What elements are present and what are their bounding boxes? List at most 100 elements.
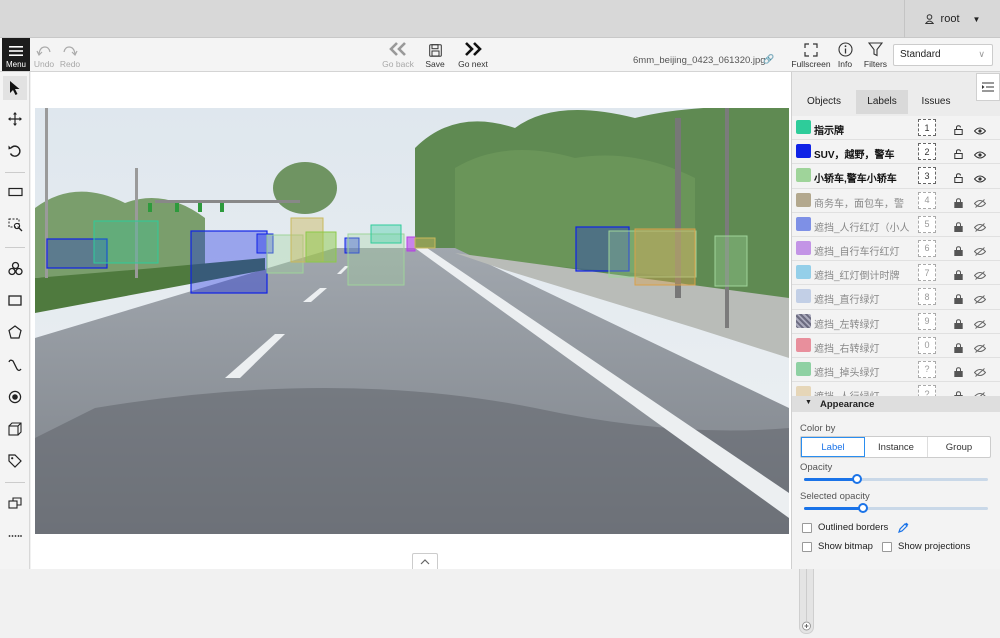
label-row[interactable]: 商务车，面包车，警4 xyxy=(792,189,1000,213)
label-row[interactable]: 遮挡_右转绿灯0 xyxy=(792,334,1000,358)
lock-icon[interactable] xyxy=(954,291,963,309)
label-color-swatch[interactable] xyxy=(796,217,811,231)
label-row[interactable]: 指示牌1 xyxy=(792,116,1000,140)
outlined-borders-checkbox[interactable] xyxy=(802,523,812,533)
more-tools[interactable] xyxy=(3,524,27,548)
label-row[interactable]: 遮挡_左转绿灯9 xyxy=(792,310,1000,334)
show-bitmap-option[interactable]: Show bitmap xyxy=(802,541,873,552)
eye-off-icon[interactable] xyxy=(974,195,986,213)
lock-icon[interactable] xyxy=(954,243,963,261)
label-row[interactable]: 遮挡_掉头绿灯? xyxy=(792,358,1000,382)
lock-icon[interactable] xyxy=(954,340,963,358)
link-icon[interactable]: 🔗 xyxy=(763,54,774,65)
color-by-label: Color by xyxy=(800,423,835,434)
label-color-swatch[interactable] xyxy=(796,289,811,303)
color-picker-icon[interactable] xyxy=(898,522,909,533)
label-row[interactable]: SUV，越野，警车2 xyxy=(792,140,1000,164)
fullscreen-button[interactable]: Fullscreen xyxy=(790,38,832,72)
go-next-button[interactable]: Go next xyxy=(455,38,491,72)
outlined-borders-option[interactable]: Outlined borders xyxy=(802,522,909,533)
show-projections-checkbox[interactable] xyxy=(882,542,892,552)
eye-off-icon[interactable] xyxy=(974,364,986,382)
lock-icon[interactable] xyxy=(954,267,963,285)
eye-off-icon[interactable] xyxy=(974,219,986,237)
selected-opacity-slider[interactable] xyxy=(804,507,988,510)
lock-icon[interactable] xyxy=(954,195,963,213)
lock-icon[interactable] xyxy=(954,388,963,396)
filters-button[interactable]: Filters xyxy=(862,38,889,72)
eye-off-icon[interactable] xyxy=(974,291,986,309)
eye-off-icon[interactable] xyxy=(974,243,986,261)
ai-tools[interactable] xyxy=(3,256,27,280)
eye-off-icon[interactable] xyxy=(974,316,986,334)
unlock-icon[interactable] xyxy=(954,122,963,140)
label-color-swatch[interactable] xyxy=(796,265,811,279)
eye-off-icon[interactable] xyxy=(974,388,986,396)
move-tool[interactable] xyxy=(3,107,27,131)
color-by-instance-option[interactable]: Instance xyxy=(865,437,928,457)
fit-image-tool[interactable] xyxy=(3,180,27,204)
unlock-icon[interactable] xyxy=(954,170,963,188)
tab-issues[interactable]: Issues xyxy=(908,90,964,114)
draw-rectangle-tool[interactable] xyxy=(3,288,27,312)
eye-off-icon[interactable] xyxy=(974,267,986,285)
info-button[interactable]: Info xyxy=(834,38,856,72)
user-menu[interactable]: root ▼ xyxy=(904,0,1000,38)
color-by-label-option[interactable]: Label xyxy=(801,437,865,457)
label-color-swatch[interactable] xyxy=(796,241,811,255)
eye-icon[interactable] xyxy=(974,170,986,188)
zoom-region-tool[interactable] xyxy=(3,213,27,237)
label-color-swatch[interactable] xyxy=(796,386,811,396)
canvas-area[interactable] xyxy=(31,72,791,569)
draw-points-tool[interactable] xyxy=(3,385,27,409)
go-back-button[interactable]: Go back xyxy=(378,38,418,72)
draw-polyline-tool[interactable] xyxy=(3,353,27,377)
label-row[interactable]: 遮挡_直行绿灯8 xyxy=(792,285,1000,309)
selected-opacity-slider-handle[interactable] xyxy=(858,503,868,513)
appearance-header[interactable]: ▼ Appearance xyxy=(792,396,1000,412)
label-row[interactable]: 遮挡_红灯倒计时牌7 xyxy=(792,261,1000,285)
unlock-icon[interactable] xyxy=(954,146,963,164)
lock-icon[interactable] xyxy=(954,316,963,334)
label-row[interactable]: 遮挡_人行红灯（小人5 xyxy=(792,213,1000,237)
label-color-swatch[interactable] xyxy=(796,193,811,207)
color-by-group-option[interactable]: Group xyxy=(928,437,990,457)
lock-icon[interactable] xyxy=(954,219,963,237)
merge-tool[interactable] xyxy=(3,491,27,515)
eye-icon[interactable] xyxy=(974,146,986,164)
label-hotkey: 0 xyxy=(918,337,936,354)
label-color-swatch[interactable] xyxy=(796,120,811,134)
label-color-swatch[interactable] xyxy=(796,314,811,328)
opacity-slider[interactable] xyxy=(804,478,988,481)
annotation-image[interactable] xyxy=(35,108,789,534)
sidebar-tabs: Objects Labels Issues xyxy=(792,90,977,114)
draw-cuboid-tool[interactable] xyxy=(3,417,27,441)
label-row[interactable]: 小轿车,警车小轿车3 xyxy=(792,164,1000,188)
show-projections-option[interactable]: Show projections xyxy=(882,541,970,552)
lock-icon[interactable] xyxy=(954,364,963,382)
show-bitmap-checkbox[interactable] xyxy=(802,542,812,552)
cursor-tool[interactable] xyxy=(3,76,27,100)
label-color-swatch[interactable] xyxy=(796,168,811,182)
label-color-swatch[interactable] xyxy=(796,362,811,376)
draw-polygon-tool[interactable] xyxy=(3,320,27,344)
undo-button[interactable]: Undo xyxy=(33,38,55,72)
label-row[interactable]: 遮挡_人行绿灯? xyxy=(792,382,1000,396)
show-bitmap-label: Show bitmap xyxy=(818,541,873,552)
redo-button[interactable]: Redo xyxy=(58,38,82,72)
opacity-slider-handle[interactable] xyxy=(852,474,862,484)
tab-labels[interactable]: Labels xyxy=(856,90,908,114)
label-color-swatch[interactable] xyxy=(796,338,811,352)
tag-tool[interactable] xyxy=(3,449,27,473)
eye-off-icon[interactable] xyxy=(974,340,986,358)
bottom-panel-toggle[interactable] xyxy=(412,553,438,569)
rotate-tool[interactable] xyxy=(3,139,27,163)
label-row[interactable]: 遮挡_自行车行红灯6 xyxy=(792,237,1000,261)
sidebar-collapse-button[interactable] xyxy=(976,73,1000,101)
tab-objects[interactable]: Objects xyxy=(792,90,856,114)
workspace-select[interactable]: Standard ∨ xyxy=(893,44,993,66)
save-button[interactable]: Save xyxy=(423,38,447,72)
menu-button[interactable]: Menu xyxy=(2,38,30,71)
eye-icon[interactable] xyxy=(974,122,986,140)
label-color-swatch[interactable] xyxy=(796,144,811,158)
